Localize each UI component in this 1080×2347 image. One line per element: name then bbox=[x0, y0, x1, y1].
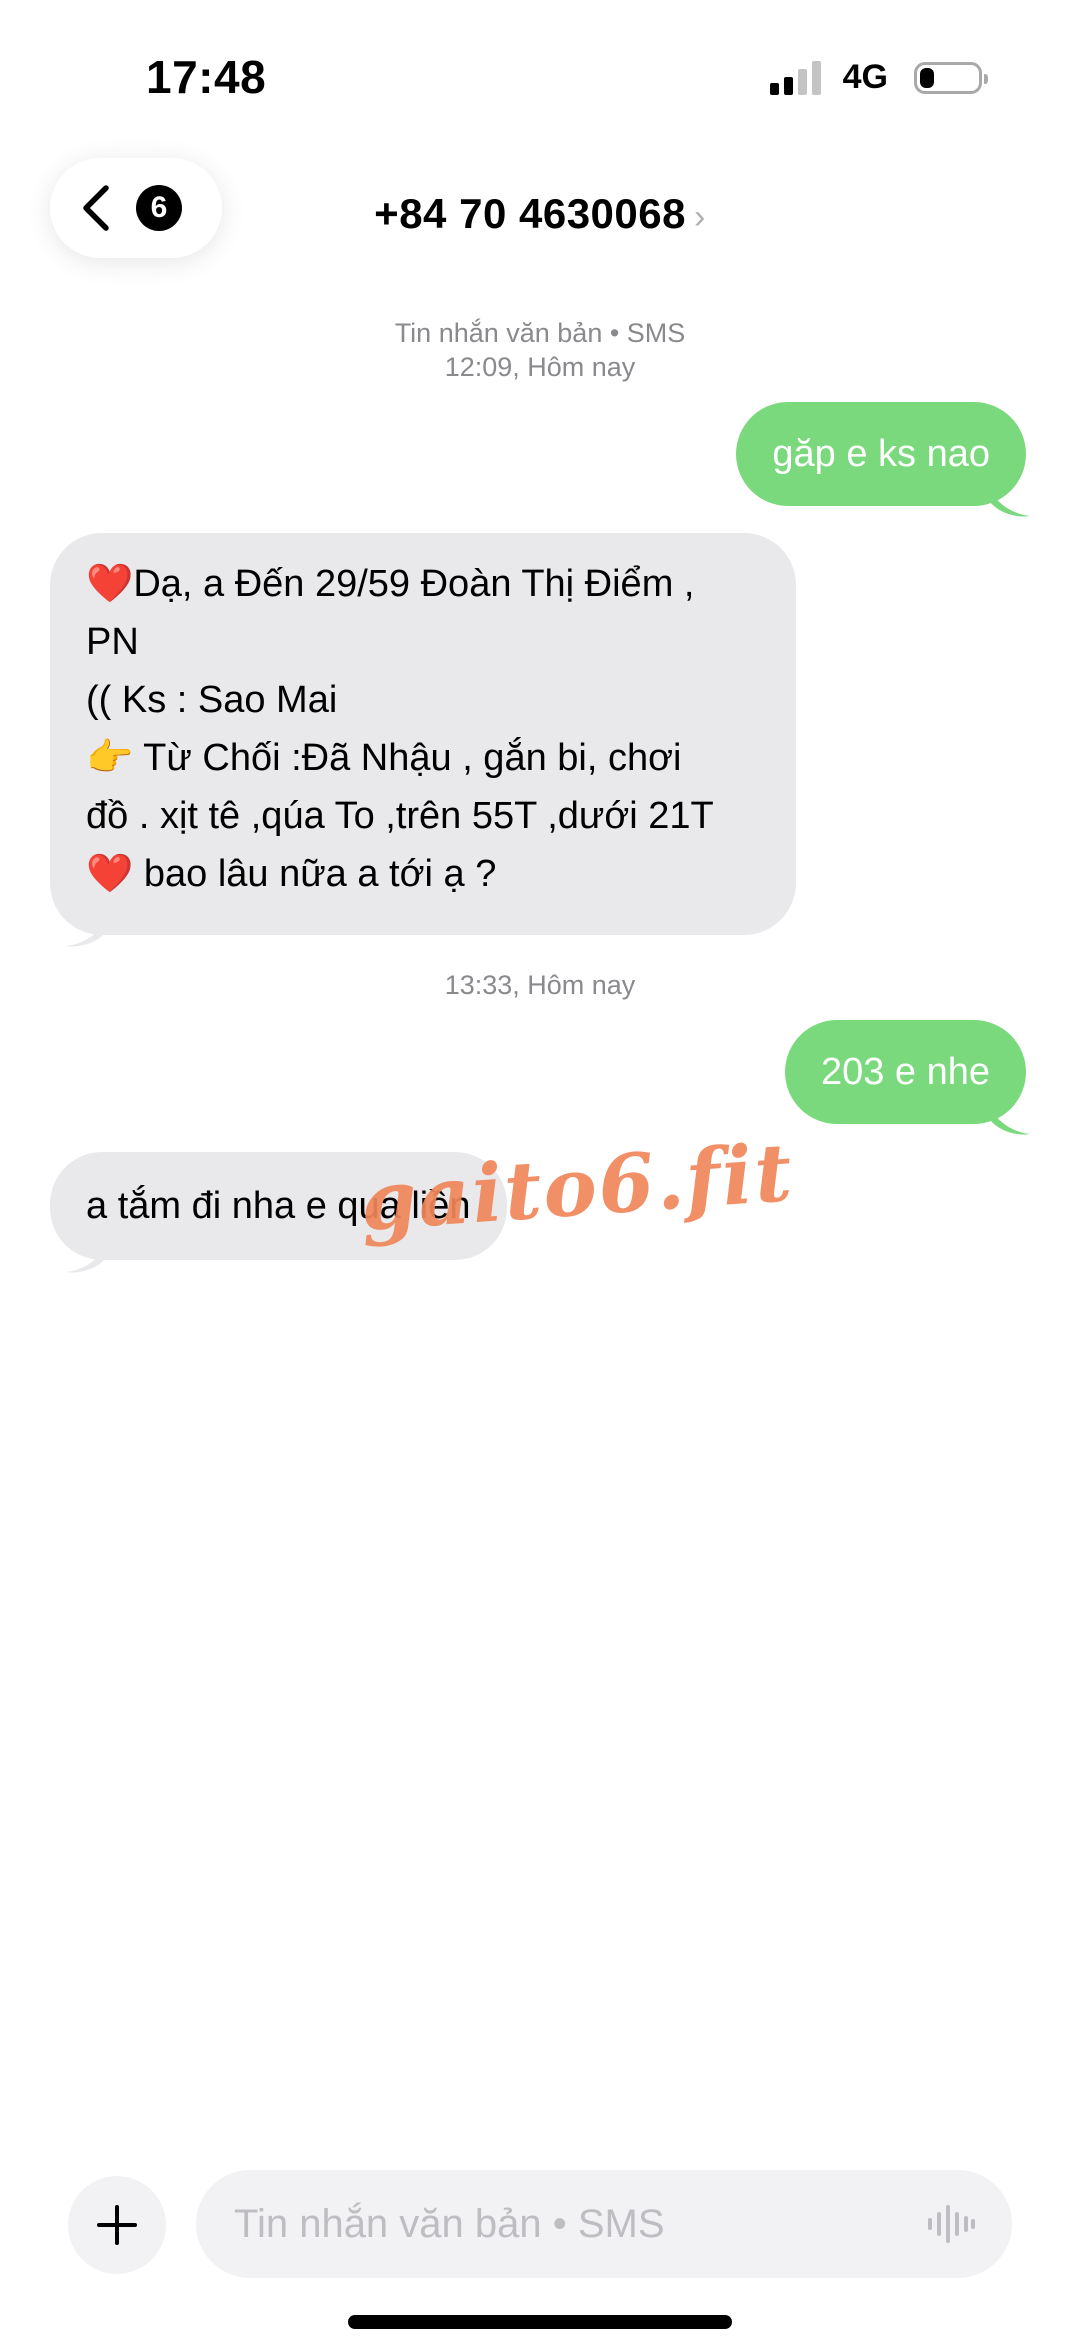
network-label: 4G bbox=[842, 58, 888, 96]
timestamp-line: 12:09, Hôm nay bbox=[444, 352, 636, 382]
timestamp-sms: Tin nhắn văn bản • SMS 12:09, Hôm nay bbox=[0, 316, 1080, 384]
battery-level bbox=[920, 67, 934, 88]
bubble-tail bbox=[990, 1108, 1030, 1135]
incoming-message[interactable]: a tắm đi nha e qua liền bbox=[50, 1152, 507, 1260]
add-attachment-button[interactable] bbox=[68, 2176, 166, 2274]
battery-icon bbox=[914, 61, 988, 94]
signal-icon bbox=[769, 60, 821, 95]
contact-number[interactable]: +84 70 4630068 bbox=[374, 190, 686, 237]
timestamp-second: 13:33, Hôm nay bbox=[0, 968, 1080, 1002]
incoming-message[interactable]: ❤️Dạ, a Đến 29/59 Đoàn Thị Điểm , PN (( … bbox=[50, 533, 796, 935]
status-time: 17:48 bbox=[146, 51, 267, 103]
contact-chevron-icon: › bbox=[693, 198, 706, 236]
contact-title[interactable]: +84 70 4630068 › bbox=[0, 190, 1080, 238]
waveform-icon[interactable] bbox=[926, 2204, 976, 2244]
message-input[interactable] bbox=[232, 2200, 926, 2248]
bubble-tail bbox=[990, 490, 1030, 517]
home-indicator[interactable] bbox=[348, 2315, 732, 2329]
timestamp-line: 13:33, Hôm nay bbox=[444, 970, 636, 1000]
message-input-container[interactable] bbox=[196, 2170, 1012, 2278]
status-indicators: 4G bbox=[769, 58, 988, 97]
bubble-tail bbox=[66, 920, 106, 947]
timestamp-line: Tin nhắn văn bản • SMS bbox=[394, 318, 686, 348]
plus-icon bbox=[97, 2205, 137, 2245]
outgoing-message[interactable]: găp e ks nao bbox=[736, 402, 1026, 506]
bubble-tail bbox=[66, 1246, 106, 1273]
